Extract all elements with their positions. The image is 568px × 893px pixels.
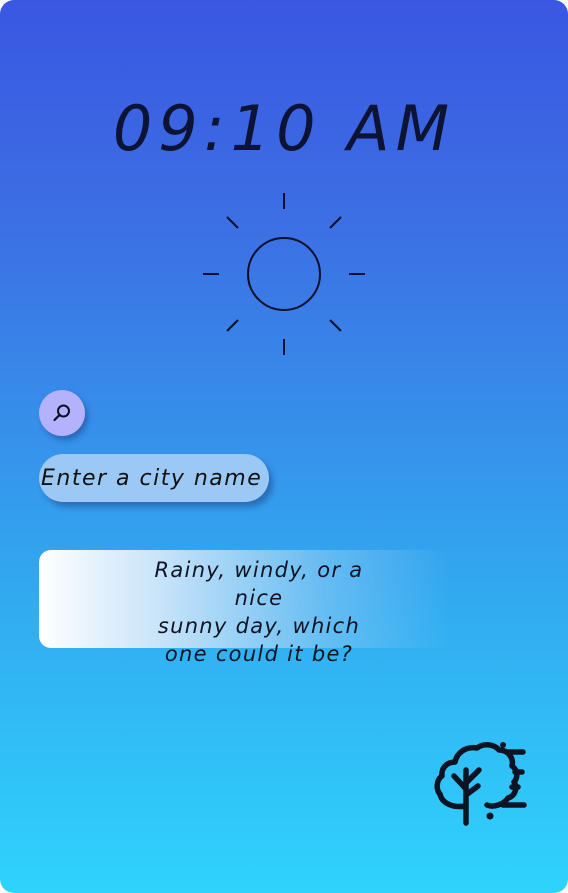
city-search-input[interactable] [39, 454, 269, 502]
weather-app-screen: 09:10 AM Rainy, windy, or a nice sunny d… [0, 0, 568, 893]
info-line-3: one could it be? [164, 642, 354, 666]
search-icon [53, 404, 70, 422]
search-button[interactable] [39, 390, 85, 436]
sun-icon [203, 193, 365, 355]
info-text: Rainy, windy, or a nice sunny day, which… [139, 556, 379, 668]
clock-time: 09:10 AM [112, 92, 456, 165]
info-line-1: Rainy, windy, or a nice [154, 558, 364, 610]
info-card: Rainy, windy, or a nice sunny day, which… [39, 550, 449, 666]
windy-tree-icon [434, 742, 527, 826]
info-line-2: sunny day, which [157, 614, 361, 638]
